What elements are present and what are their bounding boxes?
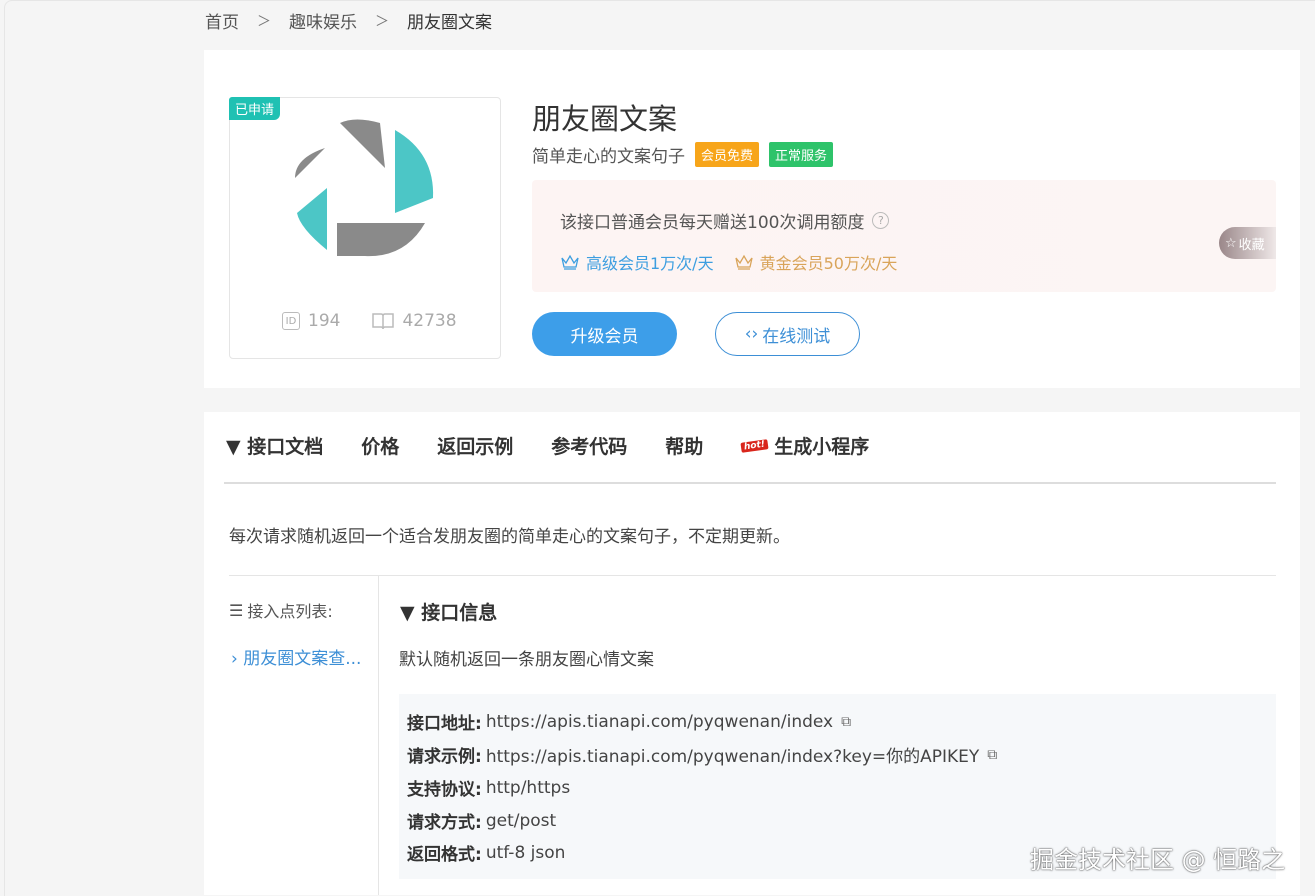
- api-views: 42738: [372, 311, 457, 331]
- senior-member-link[interactable]: 高级会员1万次/天: [560, 250, 714, 274]
- interface-info-desc: 默认随机返回一条朋友圈心情文案: [399, 650, 654, 670]
- chevron-right-icon: ›: [231, 649, 238, 669]
- crown-icon: [734, 254, 753, 270]
- code-icon: ‹›: [744, 324, 759, 344]
- info-row-example: 请求示例: https://apis.tianapi.com/pyqwenan/…: [407, 742, 997, 768]
- online-test-button[interactable]: ‹› 在线测试: [715, 312, 860, 356]
- copy-icon[interactable]: ⧉: [841, 714, 851, 730]
- info-label: 请求方式:: [407, 813, 482, 833]
- endpoint-list-label: 接入点列表:: [247, 602, 333, 621]
- interface-info-title: ▼ 接口信息: [400, 602, 498, 624]
- endpoint-item[interactable]: › 朋友圈文案查...: [231, 644, 377, 669]
- id-icon: ID: [282, 312, 300, 330]
- breadcrumb-separator: ＞: [257, 13, 271, 30]
- sidebar-divider: [378, 576, 379, 895]
- breadcrumb-current: 朋友圈文案: [407, 13, 492, 33]
- book-icon: [372, 313, 395, 330]
- quota-text-row: 该接口普通会员每天赠送100次调用额度 ?: [560, 208, 890, 233]
- senior-member-text: 高级会员1万次/天: [586, 254, 714, 273]
- info-label: 返回格式:: [407, 845, 482, 865]
- tab-mini-program-label: 生成小程序: [774, 436, 870, 458]
- quota-panel: 该接口普通会员每天赠送100次调用额度 ? 高级会员1万次/天 黄金会员50万次…: [532, 180, 1276, 292]
- service-status-tag: 正常服务: [769, 142, 834, 167]
- tab-divider: [224, 482, 1276, 484]
- api-subtitle: 简单走心的文案句子: [532, 147, 685, 167]
- info-label: 支持协议:: [407, 780, 482, 800]
- api-views-value: 42738: [402, 311, 457, 331]
- copy-icon[interactable]: ⧉: [987, 747, 997, 763]
- star-icon: ☆: [1225, 235, 1237, 251]
- gold-member-text: 黄金会员50万次/天: [759, 254, 898, 273]
- info-value[interactable]: https://apis.tianapi.com/pyqwenan/index?…: [486, 742, 979, 767]
- info-value: get/post: [485, 810, 557, 831]
- info-label: 请求示例:: [407, 747, 482, 767]
- info-row-format: 返回格式: utf-8 json: [407, 840, 566, 866]
- info-row-url: 接口地址: https://apis.tianapi.com/pyqwenan/…: [407, 709, 851, 735]
- watermark: 掘金技术社区 @ 恒路之: [1030, 846, 1286, 874]
- tab-price[interactable]: 价格: [361, 432, 399, 459]
- favorite-label: 收藏: [1238, 237, 1265, 253]
- applied-badge: 已申请: [229, 97, 281, 120]
- list-icon: ☰: [229, 600, 244, 620]
- info-row-protocol: 支持协议: http/https: [407, 775, 571, 801]
- doc-tabs: ▼ 接口文档 价格 返回示例 参考代码 帮助 hot! 生成小程序: [226, 432, 907, 459]
- breadcrumb: 首页 ＞ 趣味娱乐 ＞ 朋友圈文案: [205, 8, 492, 33]
- info-value: utf-8 json: [485, 842, 566, 863]
- api-stats: ID 194 42738: [282, 311, 457, 331]
- section-divider: [229, 575, 1276, 576]
- help-icon[interactable]: ?: [872, 212, 890, 229]
- api-subtitle-row: 简单走心的文案句子 会员免费 正常服务: [532, 142, 834, 167]
- online-test-label: 在线测试: [762, 326, 831, 347]
- tab-mini-program[interactable]: hot! 生成小程序: [740, 432, 870, 459]
- favorite-button[interactable]: ☆ 收藏: [1219, 227, 1276, 259]
- tab-response-example[interactable]: 返回示例: [437, 432, 513, 459]
- quota-text: 该接口普通会员每天赠送100次调用额度: [560, 213, 865, 233]
- endpoint-list-title: ☰ 接入点列表:: [229, 598, 333, 622]
- breadcrumb-category[interactable]: 趣味娱乐: [289, 8, 357, 33]
- upgrade-member-button[interactable]: 升级会员: [532, 312, 677, 356]
- hot-icon: hot!: [740, 438, 769, 453]
- quota-tiers: 高级会员1万次/天 黄金会员50万次/天: [560, 250, 897, 274]
- api-id-value: 194: [308, 311, 341, 331]
- gold-member-link[interactable]: 黄金会员50万次/天: [734, 250, 898, 274]
- info-label: 接口地址:: [407, 714, 482, 734]
- tab-help[interactable]: 帮助: [665, 432, 703, 459]
- crown-icon: [561, 254, 579, 270]
- tab-docs[interactable]: ▼ 接口文档: [226, 432, 323, 459]
- info-value[interactable]: https://apis.tianapi.com/pyqwenan/index: [486, 712, 833, 732]
- tab-reference-code[interactable]: 参考代码: [551, 432, 627, 459]
- api-id: ID 194: [282, 311, 340, 331]
- member-free-tag: 会员免费: [695, 142, 760, 167]
- breadcrumb-home[interactable]: 首页: [205, 8, 239, 33]
- api-logo-icon: [295, 119, 434, 257]
- info-row-method: 请求方式: get/post: [407, 808, 557, 834]
- api-title: 朋友圈文案: [532, 102, 678, 136]
- endpoint-item-label: 朋友圈文案查...: [243, 649, 362, 669]
- info-value: http/https: [485, 777, 571, 798]
- breadcrumb-separator: ＞: [375, 13, 389, 30]
- api-description: 每次请求随机返回一个适合发朋友圈的简单走心的文案句子，不定期更新。: [229, 527, 790, 547]
